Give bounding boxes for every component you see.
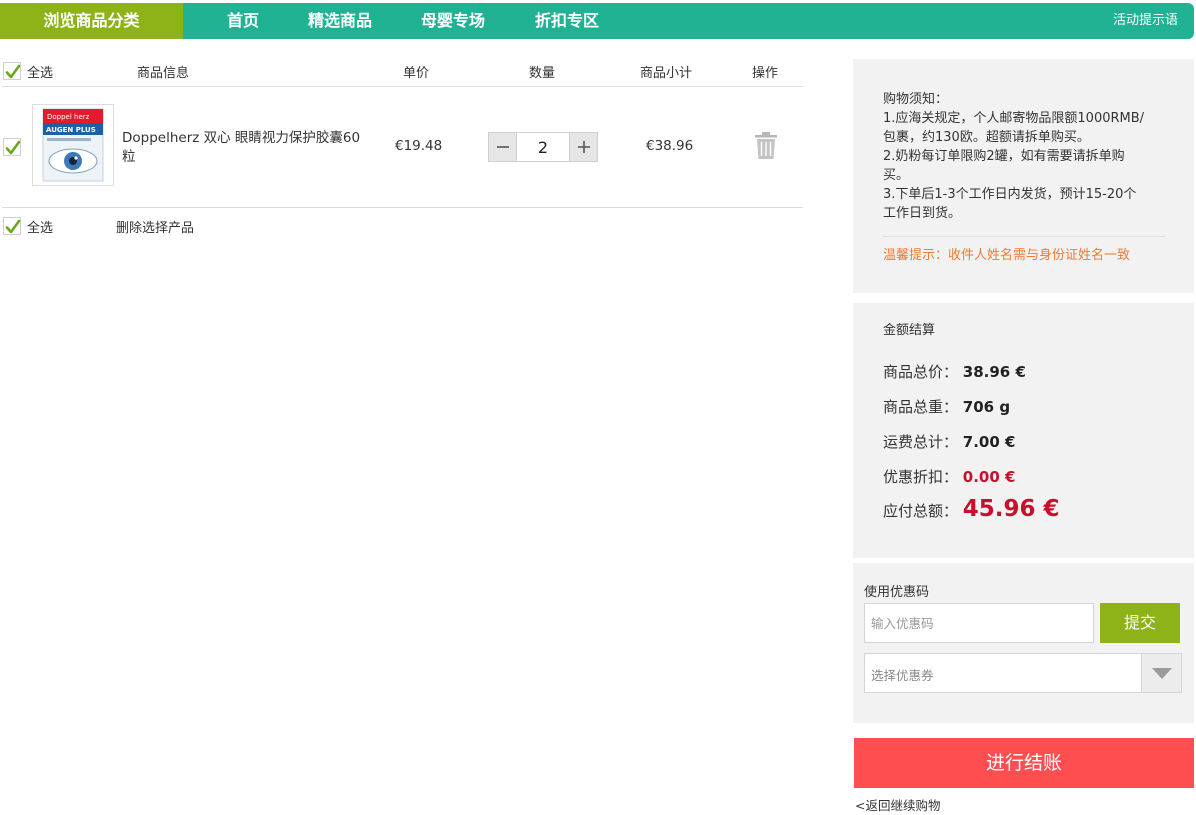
summary-value: 0.00 € (962, 468, 1016, 486)
plus-icon (578, 141, 590, 153)
summary-row-total-price: 商品总价： 38.96 € (883, 361, 1026, 382)
continue-shopping-link[interactable]: <返回继续购物 (855, 795, 940, 814)
summary-row-discount: 优惠折扣： 0.00 € (883, 466, 1015, 487)
footer-select-all-label: 全选 (27, 221, 54, 236)
delete-item-button[interactable] (754, 132, 778, 164)
summary-label: 优惠折扣： (883, 468, 959, 486)
coupon-select-value: 选择优惠券 (871, 668, 934, 683)
item-checkbox[interactable] (3, 138, 21, 156)
nav-item-maternal-baby[interactable]: 母婴专场 (421, 3, 485, 39)
summary-value: 38.96 € (962, 363, 1026, 381)
select-all-checkbox[interactable] (3, 62, 21, 80)
product-name[interactable]: Doppelherz 双心 眼睛视力保护胶囊60粒 (122, 129, 362, 167)
item-subtotal: €38.96 (646, 138, 694, 154)
shopping-notice-panel: 购物须知： 1.应海关规定，个人邮寄物品限额1000RMB/ 包裹，约130欧。… (853, 59, 1194, 293)
summary-label: 商品总重： (883, 398, 959, 416)
dropdown-arrow[interactable] (1141, 654, 1181, 692)
summary-label: 商品总价： (883, 363, 959, 381)
checkmark-icon (5, 64, 21, 79)
delete-selected-link[interactable]: 删除选择产品 (116, 217, 194, 236)
quantity-stepper (488, 132, 598, 162)
trash-icon (755, 132, 777, 159)
summary-row-shipping: 运费总计： 7.00 € (883, 431, 1015, 452)
browse-categories-button[interactable]: 浏览商品分类 (0, 3, 183, 39)
notice-warning: 温馨提示：收件人姓名需与身份证姓名一致 (883, 248, 1131, 263)
coupon-submit-button[interactable]: 提交 (1100, 603, 1180, 643)
summary-label: 应付总额： (883, 502, 959, 520)
triangle-down-icon (1152, 668, 1172, 679)
product-image[interactable]: Doppel herz AUGEN PLUS (32, 104, 114, 186)
notice-line: 1.应海关规定，个人邮寄物品限额1000RMB/ (883, 111, 1145, 126)
product-line-text: AUGEN PLUS (46, 126, 96, 134)
summary-row-payable: 应付总额： 45.96 € (883, 496, 1060, 522)
minus-icon (497, 146, 509, 148)
nav-item-home[interactable]: 首页 (227, 3, 259, 39)
summary-value: 706 g (962, 398, 1011, 416)
divider (883, 236, 1165, 237)
divider (2, 86, 803, 87)
quantity-input[interactable] (518, 133, 568, 161)
column-header-action: 操作 (752, 66, 779, 81)
decrease-quantity-button[interactable] (489, 133, 517, 161)
coupon-panel: 使用优惠码 提交 选择优惠券 (853, 563, 1194, 723)
nav-item-discount[interactable]: 折扣专区 (535, 3, 599, 39)
notice-line: 2.奶粉每订单限购2罐，如有需要请拆单购 (883, 149, 1125, 164)
notice-line: 3.下单后1-3个工作日内发货，预计15-20个 (883, 187, 1137, 202)
product-brand-text: Doppel herz (47, 113, 90, 121)
notice-line: 工作日到货。 (883, 206, 962, 221)
increase-quantity-button[interactable] (569, 133, 597, 161)
nav-item-featured[interactable]: 精选商品 (308, 3, 372, 39)
coupon-code-input[interactable] (864, 603, 1094, 643)
summary-panel: 金额结算 商品总价： 38.96 € 商品总重： 706 g 运费总计： 7.0… (853, 303, 1194, 558)
coupon-select[interactable]: 选择优惠券 (864, 653, 1182, 693)
unit-price: €19.48 (395, 138, 443, 154)
notice-title: 购物须知： (883, 92, 949, 107)
summary-row-weight: 商品总重： 706 g (883, 396, 1010, 417)
footer-select-all-checkbox[interactable] (3, 217, 21, 235)
coupon-label: 使用优惠码 (864, 585, 930, 600)
column-header-subtotal: 商品小计 (640, 66, 693, 81)
checkout-button[interactable]: 进行结账 (854, 738, 1194, 788)
summary-value: 7.00 € (962, 433, 1016, 451)
column-header-quantity: 数量 (529, 66, 556, 81)
notice-line: 包裹，约130欧。超额请拆单购买。 (883, 130, 1090, 145)
summary-title: 金额结算 (883, 323, 936, 338)
divider (2, 207, 803, 208)
checkmark-icon (5, 140, 21, 155)
column-header-info: 商品信息 (137, 66, 190, 81)
summary-total-value: 45.96 € (962, 496, 1060, 522)
top-navigation: 浏览商品分类 首页 精选商品 母婴专场 折扣专区 活动提示语 (0, 3, 1194, 39)
promo-tip: 活动提示语 (1112, 13, 1178, 28)
summary-label: 运费总计： (883, 433, 959, 451)
select-all-label: 全选 (27, 66, 54, 81)
column-header-unit-price: 单价 (403, 66, 430, 81)
notice-line: 买。 (883, 168, 910, 183)
checkmark-icon (5, 219, 21, 234)
